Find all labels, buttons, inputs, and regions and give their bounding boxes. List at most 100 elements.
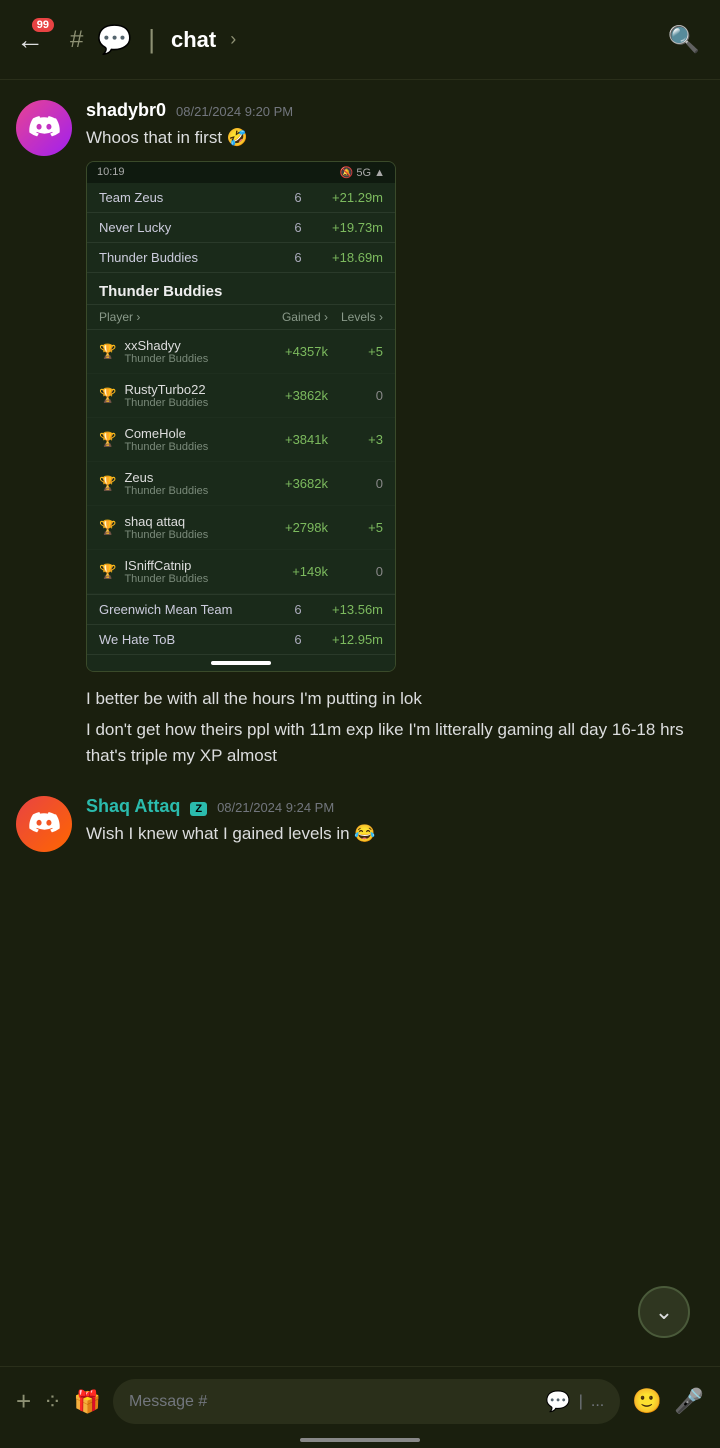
hash-icon: #	[70, 26, 83, 54]
ss-levels-3: +3	[328, 432, 383, 447]
channel-chevron-icon: ›	[230, 29, 236, 50]
ss-player-row-1: 🏆 xxShadyy Thunder Buddies +4357k +5	[87, 330, 395, 374]
ss-player-row-2: 🏆 RustyTurbo22 Thunder Buddies +3862k 0	[87, 374, 395, 418]
screenshot-embed[interactable]: 10:19 🔕 5G ▲ Team Zeus 6 +21.29m	[86, 161, 396, 672]
ss-bottom-team-2: We Hate ToB 6 +12.95m	[87, 625, 395, 655]
message-text-shaq: Wish I knew what I gained levels in 😂	[86, 821, 704, 847]
message-text-shadybr0-cont1: I better be with all the hours I'm putti…	[86, 686, 704, 712]
emoji-button[interactable]: 🙂	[632, 1387, 662, 1416]
ss-player-row-3: 🏆 ComeHole Thunder Buddies +3841k +3	[87, 418, 395, 462]
ss-status-icons: 🔕 5G ▲	[340, 166, 385, 179]
header: ← 99 # 💬 | chat › 🔍	[0, 0, 720, 80]
ss-gained-3: +3841k	[258, 432, 328, 447]
channel-name[interactable]: chat	[171, 27, 216, 53]
ss-player-team-3: Thunder Buddies	[124, 441, 258, 453]
mic-button[interactable]: 🎤	[674, 1387, 704, 1416]
ss-player-name-6: ISniffCatnip	[124, 558, 258, 573]
ss-top-teams: Team Zeus 6 +21.29m Never Lucky 6 +19.73…	[87, 183, 395, 273]
ss-player-team-2: Thunder Buddies	[124, 397, 258, 409]
ss-content: Team Zeus 6 +21.29m Never Lucky 6 +19.73…	[87, 183, 395, 671]
ss-player-row-4: 🏆 Zeus Thunder Buddies +3682k 0	[87, 462, 395, 506]
ss-bottom-teams: Greenwich Mean Team 6 +13.56m We Hate To…	[87, 594, 395, 655]
timestamp-shadybr0: 08/21/2024 9:20 PM	[176, 104, 293, 119]
search-icon[interactable]: 🔍	[668, 24, 700, 55]
message-shadybr0: shadybr0 08/21/2024 9:20 PM Whoos that i…	[16, 100, 704, 768]
ss-player-name-3: ComeHole	[124, 426, 258, 441]
ss-player-info-3: ComeHole Thunder Buddies	[124, 426, 258, 453]
ss-col-levels-header: Levels ›	[328, 310, 383, 324]
ss-bottom-team-name-2: We Hate ToB	[99, 632, 283, 647]
discord-logo-icon	[28, 112, 60, 144]
ss-bottom-team-num-1: 6	[283, 602, 313, 617]
ss-player-team-1: Thunder Buddies	[124, 353, 258, 365]
ss-team-row-1: Team Zeus 6 +21.29m	[87, 183, 395, 213]
ss-player-team-5: Thunder Buddies	[124, 529, 258, 541]
apps-icon[interactable]: ⁘	[43, 1389, 61, 1415]
message-input[interactable]: Message # 💬 | ...	[113, 1379, 620, 1424]
header-left: ← 99 # 💬 | chat ›	[16, 23, 236, 56]
ss-player-row-6: 🏆 ISniffCatnip Thunder Buddies +149k 0	[87, 550, 395, 594]
ss-player-team-4: Thunder Buddies	[124, 485, 258, 497]
ss-team-xp-2: +19.73m	[313, 220, 383, 235]
username-shaq: Shaq Attaq	[86, 796, 180, 817]
ss-levels-2: 0	[328, 388, 383, 403]
message-header-shaq: Shaq Attaq Z 08/21/2024 9:24 PM	[86, 796, 704, 817]
message-header-shadybr0: shadybr0 08/21/2024 9:20 PM	[86, 100, 704, 121]
ss-gained-1: +4357k	[258, 344, 328, 359]
ss-status-bar: 10:19 🔕 5G ▲	[87, 162, 395, 183]
zmod-badge: Z	[190, 802, 207, 816]
ss-col-gained-header: Gained ›	[258, 310, 328, 324]
message-text-shadybr0: Whoos that in first 🤣	[86, 125, 704, 151]
ss-gained-2: +3862k	[258, 388, 328, 403]
ss-team-row-2: Never Lucky 6 +19.73m	[87, 213, 395, 243]
messages-area: shadybr0 08/21/2024 9:20 PM Whoos that i…	[0, 80, 720, 880]
add-button[interactable]: +	[16, 1386, 31, 1417]
back-button[interactable]: ← 99	[16, 24, 44, 56]
trophy-icon-2: 🏆	[99, 387, 116, 404]
ss-player-info-6: ISniffCatnip Thunder Buddies	[124, 558, 258, 585]
ss-levels-6: 0	[328, 564, 383, 579]
ss-scroll-indicator	[87, 655, 395, 671]
message-body-shaq: Shaq Attaq Z 08/21/2024 9:24 PM Wish I k…	[86, 796, 704, 852]
ss-gained-4: +3682k	[258, 476, 328, 491]
divider: |	[148, 24, 155, 55]
notification-badge: 99	[32, 18, 54, 32]
ss-team-xp-3: +18.69m	[313, 250, 383, 265]
avatar-shaq	[16, 796, 72, 852]
message-shaq: Shaq Attaq Z 08/21/2024 9:24 PM Wish I k…	[16, 796, 704, 852]
message-text-shadybr0-cont2: I don't get how theirs ppl with 11m exp …	[86, 717, 704, 768]
ss-player-name-2: RustyTurbo22	[124, 382, 258, 397]
ss-player-info-1: xxShadyy Thunder Buddies	[124, 338, 258, 365]
ss-bottom-team-num-2: 6	[283, 632, 313, 647]
trophy-icon-5: 🏆	[99, 519, 116, 536]
gift-icon[interactable]: 🎁	[74, 1389, 101, 1415]
input-cursor: |	[579, 1393, 583, 1411]
ss-team-row-3: Thunder Buddies 6 +18.69m	[87, 243, 395, 273]
avatar-shadybr0	[16, 100, 72, 156]
ss-bottom-team-xp-2: +12.95m	[313, 632, 383, 647]
ss-player-info-2: RustyTurbo22 Thunder Buddies	[124, 382, 258, 409]
ss-player-team-6: Thunder Buddies	[124, 573, 258, 585]
ss-team-num-1: 6	[283, 190, 313, 205]
scroll-to-bottom-button[interactable]: ⌄	[638, 1286, 690, 1338]
discord-logo-icon-shaq	[28, 808, 60, 840]
input-bubble-icon: 💬	[546, 1389, 571, 1414]
ss-team-xp-1: +21.29m	[313, 190, 383, 205]
bottom-toolbar: + ⁘ 🎁 Message # 💬 | ... 🙂 🎤	[0, 1366, 720, 1448]
ss-team-name-1: Team Zeus	[99, 190, 283, 205]
ss-player-info-5: shaq attaq Thunder Buddies	[124, 514, 258, 541]
ss-col-player-header: Player ›	[99, 310, 258, 324]
username-shadybr0: shadybr0	[86, 100, 166, 121]
ss-scroll-bar	[211, 661, 271, 665]
trophy-icon-3: 🏆	[99, 431, 116, 448]
ss-gained-6: +149k	[258, 564, 328, 579]
ss-levels-4: 0	[328, 476, 383, 491]
ss-team-num-2: 6	[283, 220, 313, 235]
ss-team-name-2: Never Lucky	[99, 220, 283, 235]
ss-bottom-team-xp-1: +13.56m	[313, 602, 383, 617]
ss-player-name-4: Zeus	[124, 470, 258, 485]
ss-section-title: Thunder Buddies	[87, 273, 395, 305]
ss-icons: 🔕 5G ▲	[340, 166, 385, 179]
ss-levels-1: +5	[328, 344, 383, 359]
input-dots: ...	[591, 1393, 604, 1411]
